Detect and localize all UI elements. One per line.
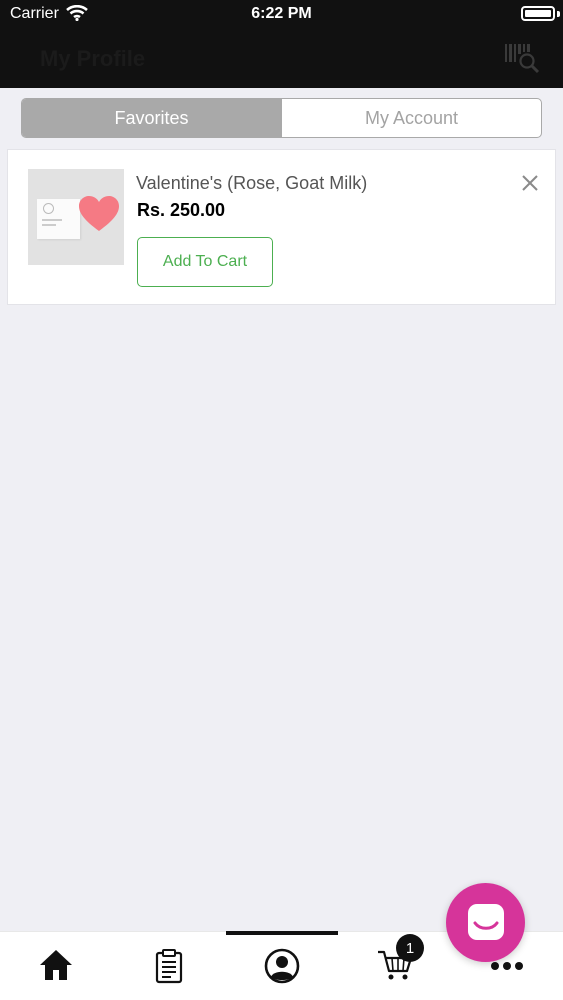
- tab-cart[interactable]: 1: [339, 932, 451, 1000]
- cart-count-badge: 1: [396, 934, 424, 962]
- soap-box-graphic: [37, 199, 80, 239]
- chat-button[interactable]: [446, 883, 525, 962]
- header-bar: My Profile: [0, 28, 563, 88]
- profile-icon: [264, 948, 300, 984]
- tab-orders[interactable]: [113, 932, 225, 1000]
- tab-home[interactable]: [0, 932, 112, 1000]
- product-price: Rs. 250.00: [137, 200, 226, 220]
- product-image[interactable]: [28, 169, 124, 265]
- orders-icon: [155, 949, 183, 984]
- tab-favorites[interactable]: Favorites: [22, 99, 281, 137]
- add-to-cart-button[interactable]: Add To Cart: [137, 237, 273, 287]
- remove-favorite-icon[interactable]: [519, 172, 541, 194]
- status-time: 6:22 PM: [251, 5, 312, 22]
- tab-profile[interactable]: [226, 932, 338, 1000]
- status-bar: Carrier 6:22 PM: [0, 0, 563, 28]
- chat-icon: [468, 904, 504, 940]
- favorite-item-card: Valentine's (Rose, Goat Milk) Rs. 250.00…: [7, 149, 556, 305]
- barcode-search-icon[interactable]: [503, 40, 541, 74]
- product-name[interactable]: Valentine's (Rose, Goat Milk): [136, 173, 367, 194]
- battery-icon: [521, 6, 555, 21]
- home-icon: [40, 950, 72, 980]
- profile-segmented-control: Favorites My Account: [21, 98, 542, 138]
- tab-my-account[interactable]: My Account: [281, 99, 541, 137]
- battery-tip: [557, 11, 560, 17]
- heart-soap-graphic: [79, 196, 119, 231]
- page-title: My Profile: [40, 46, 146, 71]
